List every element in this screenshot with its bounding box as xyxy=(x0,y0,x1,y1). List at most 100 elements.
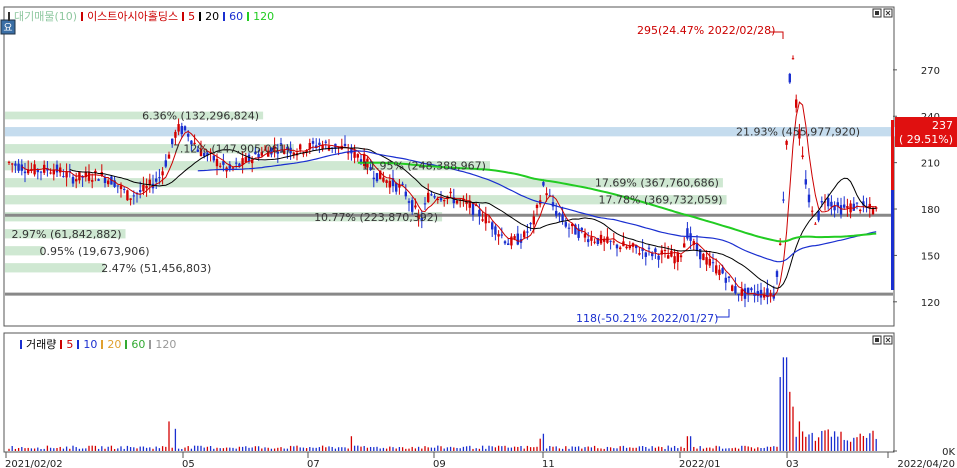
candle-body xyxy=(750,288,753,291)
legend-volume-profile[interactable]: 대기매물(10) xyxy=(14,8,77,24)
legend-marker xyxy=(247,11,250,21)
candle-body xyxy=(523,231,526,238)
candle-body xyxy=(827,198,830,207)
candle-body xyxy=(743,288,747,299)
legend-marker xyxy=(199,11,202,21)
candle-body xyxy=(87,172,91,181)
candle-body xyxy=(545,193,548,196)
volume-profile-label: 0.95% (19,673,906) xyxy=(40,245,150,258)
candle-body xyxy=(532,216,535,225)
legend-ma20[interactable]: 20 xyxy=(205,10,219,23)
volume-profile-label: 11.95% (248,388,967) xyxy=(362,160,486,173)
candle-body xyxy=(769,293,772,295)
candle-body xyxy=(167,154,171,159)
candle-body xyxy=(180,126,183,135)
candle-body xyxy=(7,161,11,163)
candle-body xyxy=(132,195,135,197)
candle-body xyxy=(126,190,129,201)
candle-body xyxy=(679,255,683,258)
legend-marker xyxy=(149,339,152,349)
legend-vol-ma10[interactable]: 10 xyxy=(83,338,97,351)
candle-body xyxy=(494,226,497,235)
legend-vol-ma60[interactable]: 60 xyxy=(131,338,145,351)
candle-body xyxy=(686,228,689,239)
volume-profile-label: 10.77% (223,870,392) xyxy=(314,211,438,224)
candle-body xyxy=(695,243,699,251)
volume-profile-label: 6.36% (132,296,824) xyxy=(142,109,259,122)
candle-body xyxy=(843,204,846,208)
candle-body xyxy=(516,233,519,245)
candle-body xyxy=(820,201,823,203)
price-legend: 대기매물(10) 이스트아시아홀딩스 5 20 60 120 xyxy=(8,8,274,24)
date-tick-label: 2022/04/20 xyxy=(897,459,955,468)
legend-ma5[interactable]: 5 xyxy=(188,10,195,23)
candle-body xyxy=(734,286,737,294)
candle-body xyxy=(817,211,820,221)
legend-marker xyxy=(125,339,128,349)
candle-body xyxy=(852,203,855,211)
candle-body xyxy=(705,257,708,265)
candle-body xyxy=(715,265,718,274)
candle-body xyxy=(791,58,795,60)
legend-volume[interactable]: 거래량 xyxy=(26,336,56,352)
legend-marker xyxy=(223,11,226,21)
candle-body xyxy=(609,240,612,242)
legend-ma60[interactable]: 60 xyxy=(229,10,243,23)
candle-body xyxy=(231,167,235,169)
corner-button-label: 요 xyxy=(3,23,12,34)
candle-body xyxy=(542,182,545,186)
candle-body xyxy=(145,185,148,189)
candle-body xyxy=(558,213,561,216)
legend-vol-ma20[interactable]: 20 xyxy=(107,338,121,351)
candle-body xyxy=(142,184,145,192)
candle-body xyxy=(385,180,388,184)
candle-body xyxy=(654,248,657,252)
candle-body xyxy=(871,208,875,215)
date-tick-label: 07 xyxy=(307,459,320,468)
candle-body xyxy=(139,190,142,193)
candle-body xyxy=(443,200,446,202)
candle-body xyxy=(372,177,375,180)
candle-body xyxy=(62,176,65,178)
legend-vol-ma120[interactable]: 120 xyxy=(155,338,176,351)
legend-stock-name[interactable]: 이스트아시아홀딩스 xyxy=(87,8,178,24)
candle-body xyxy=(299,144,302,150)
candle-body xyxy=(644,252,647,257)
candle-body xyxy=(107,180,110,185)
candle-body xyxy=(17,163,20,171)
candle-body xyxy=(423,203,427,205)
candle-body xyxy=(529,222,532,225)
candle-body xyxy=(612,241,615,243)
date-tick-label: 11 xyxy=(542,459,555,468)
candle-body xyxy=(414,205,417,208)
candle-body xyxy=(507,243,510,246)
date-tick-label: 05 xyxy=(182,459,195,468)
legend-marker xyxy=(8,11,10,21)
candle-body xyxy=(711,262,715,264)
candle-body xyxy=(855,202,859,204)
price-tick-label: 180 xyxy=(921,205,940,216)
legend-marker xyxy=(101,339,104,349)
volume-profile-bar xyxy=(5,246,44,256)
candle-body xyxy=(318,142,321,145)
candle-body xyxy=(430,194,433,196)
candle-body xyxy=(737,294,740,296)
legend-ma120[interactable]: 120 xyxy=(253,10,274,23)
legend-marker xyxy=(182,11,185,21)
high-annotation: 295(24.47% 2022/02/28) xyxy=(637,24,775,37)
candle-body xyxy=(759,289,763,298)
candle-body xyxy=(164,160,167,167)
candle-body xyxy=(91,180,94,182)
candle-body xyxy=(740,289,743,296)
candle-body xyxy=(324,141,327,143)
candle-body xyxy=(177,124,180,132)
legend-vol-ma5[interactable]: 5 xyxy=(66,338,73,351)
volume-profile-label: 2.47% (51,456,803) xyxy=(101,262,211,275)
candle-body xyxy=(779,243,782,245)
current-price: 237 xyxy=(932,119,953,132)
candle-body xyxy=(564,222,567,227)
candle-body xyxy=(187,133,190,137)
candle-body xyxy=(814,223,817,225)
candle-body xyxy=(23,171,27,174)
price-tick-label: 120 xyxy=(921,298,940,309)
